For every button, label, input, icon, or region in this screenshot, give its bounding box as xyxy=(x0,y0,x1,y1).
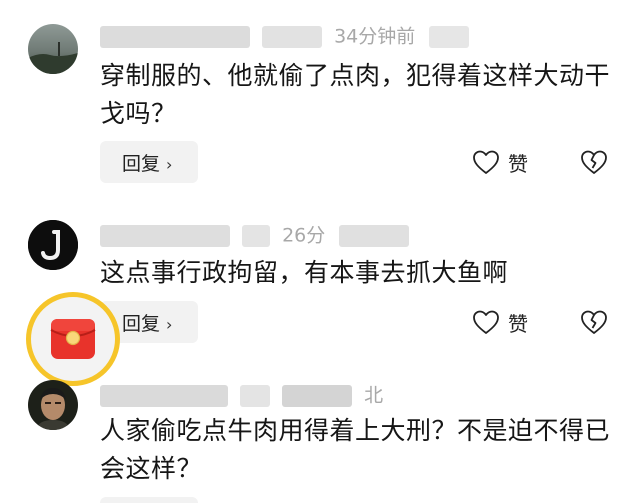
comment-location: 北 xyxy=(364,384,384,407)
red-envelope-icon xyxy=(50,319,96,359)
chevron-right-icon: › xyxy=(166,154,173,174)
redacted-location xyxy=(429,25,470,48)
redacted-info xyxy=(242,224,271,247)
reply-button[interactable]: 回复 › xyxy=(100,141,198,183)
broken-heart-icon xyxy=(581,310,607,334)
comment-feed: 34分钟前 穿制服的、他就偷了点肉，犯得着这样大动干戈吗？ 回复 › 赞 26分… xyxy=(0,0,640,503)
redacted-location xyxy=(339,224,410,247)
comment-meta: 34分钟前 xyxy=(100,23,475,49)
red-packet-float-button[interactable] xyxy=(26,292,120,386)
like-label: 赞 xyxy=(508,311,528,336)
redacted-username xyxy=(100,384,228,407)
chevron-right-icon: › xyxy=(166,314,173,334)
heart-outline-icon xyxy=(473,310,499,334)
redacted-info xyxy=(240,384,271,407)
reply-button[interactable] xyxy=(100,497,198,503)
avatar[interactable] xyxy=(28,380,78,430)
dislike-button[interactable] xyxy=(578,141,610,183)
redacted-time xyxy=(282,384,353,407)
heart-outline-icon xyxy=(473,150,499,174)
dislike-button[interactable] xyxy=(578,301,610,343)
comment-text: 人家偷吃点牛肉用得着上大刑？不是迫不得已会这样？ xyxy=(100,416,611,483)
redacted-username xyxy=(100,25,250,48)
comment-text: 这点事行政拘留，有本事去抓大鱼啊 xyxy=(100,258,509,287)
comment-text: 穿制服的、他就偷了点肉，犯得着这样大动干戈吗？ xyxy=(100,61,611,128)
comment-time: 34分钟前 xyxy=(334,25,416,48)
like-label: 赞 xyxy=(508,151,528,176)
broken-heart-icon xyxy=(581,150,607,174)
avatar[interactable] xyxy=(28,24,78,74)
redacted-username xyxy=(100,224,230,247)
like-button[interactable]: 赞 xyxy=(472,301,528,343)
reply-label: 回复 xyxy=(122,312,161,335)
like-button[interactable]: 赞 xyxy=(472,141,528,183)
reply-label: 回复 xyxy=(122,152,161,175)
avatar[interactable] xyxy=(28,220,78,270)
comment-meta: 北 xyxy=(100,382,383,408)
comment-time: 26分 xyxy=(282,224,326,247)
comment-meta: 26分 xyxy=(100,222,415,248)
redacted-info xyxy=(262,25,323,48)
